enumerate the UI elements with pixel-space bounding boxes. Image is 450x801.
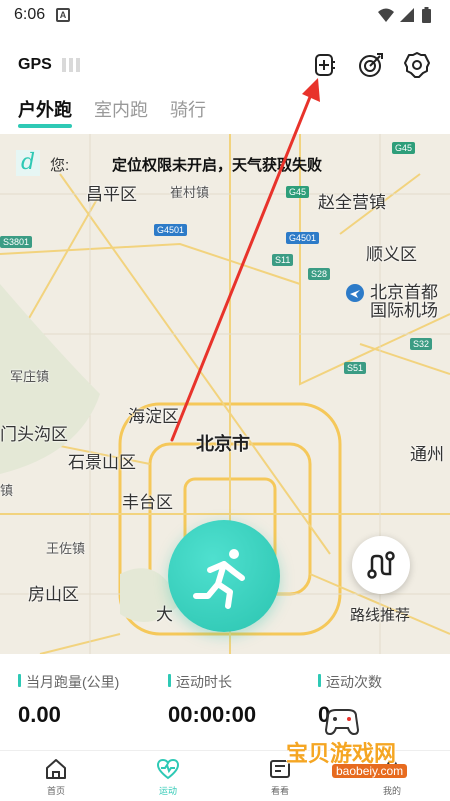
notice-greeting: 您:	[50, 157, 70, 174]
tab-sport[interactable]: 运动	[138, 757, 198, 797]
gamepad-icon	[324, 709, 360, 736]
heart-pulse-icon	[156, 758, 180, 780]
target-goal-icon[interactable]	[356, 50, 386, 80]
map-label: 海淀区	[128, 407, 179, 426]
map-label: 门头沟区	[0, 425, 68, 444]
tab-label: 首页	[46, 786, 65, 796]
road-shield: S3801	[0, 236, 33, 248]
map-label: 军庄镇	[10, 369, 50, 384]
weather-notice: d 您: 定位权限未开启，天气获取失败	[14, 150, 434, 178]
sport-tabs: 户外跑 室内跑 骑行	[18, 96, 206, 128]
tab-label: 我的	[382, 786, 401, 796]
road-shield: S32	[410, 338, 433, 350]
stat-title: 当月跑量(公里)	[18, 672, 119, 692]
road-shield: S51	[344, 362, 367, 374]
signal-icon	[400, 8, 414, 22]
map-label: 王佐镇	[46, 541, 86, 556]
stat-title: 运动次数	[318, 672, 382, 692]
status-time: 6:06	[14, 6, 46, 23]
sim-icon: A	[56, 8, 70, 22]
tab-outdoor-run[interactable]: 户外跑	[18, 96, 72, 128]
road-shield: G45	[392, 142, 416, 154]
map-label: 石景山区	[68, 453, 136, 472]
app-logo-icon: d	[16, 150, 40, 176]
map-label: 房山区	[28, 585, 79, 604]
road-shield: S28	[308, 268, 331, 280]
route-recommend-button[interactable]	[352, 536, 410, 594]
road-shield: G4501	[286, 232, 320, 244]
home-icon	[46, 759, 66, 779]
stat-title: 运动时长	[168, 672, 256, 692]
map-label: 赵全营镇	[318, 193, 386, 212]
battery-icon	[422, 9, 431, 23]
map-label: 崔村镇	[170, 185, 210, 200]
site-watermark: 宝贝游戏网 baobeiy.com	[270, 700, 450, 784]
map-label: 通州	[410, 445, 444, 464]
notice-message: 定位权限未开启，天气获取失败	[112, 157, 323, 174]
stat-value: 0.00	[18, 702, 61, 727]
map-label: 丰台区	[122, 493, 173, 512]
device-connect-icon[interactable]	[310, 50, 340, 80]
stat-monthly-distance: 当月跑量(公里) 0.00	[18, 672, 119, 728]
tab-cycling[interactable]: 骑行	[170, 96, 206, 122]
map-label: 顺义区	[366, 245, 417, 264]
stat-value: 00:00:00	[168, 702, 257, 727]
tab-indoor-run[interactable]: 室内跑	[94, 96, 148, 122]
gps-label: GPS	[18, 56, 52, 73]
route-recommend-label: 路线推荐	[350, 607, 411, 624]
status-bar: 6:06 A	[0, 0, 450, 32]
airport-icon	[346, 284, 364, 302]
road-shield: S11	[272, 254, 294, 266]
map-label: 镇	[0, 483, 14, 498]
start-run-button[interactable]	[168, 520, 280, 632]
tab-label: 看看	[270, 786, 289, 796]
map-label: 昌平区	[86, 185, 137, 204]
road-shield: G4501	[154, 224, 188, 236]
tab-label: 运动	[158, 786, 177, 796]
status-icons	[378, 7, 431, 23]
watermark-url: baobeiy.com	[332, 764, 408, 778]
settings-gear-icon[interactable]	[402, 50, 432, 80]
route-icon	[367, 551, 395, 579]
gps-signal-icon	[62, 58, 80, 72]
map-label: 北京市	[196, 434, 250, 454]
stat-duration: 运动时长 00:00:00	[168, 672, 256, 728]
wifi-icon	[378, 8, 394, 22]
tab-home[interactable]: 首页	[26, 757, 86, 797]
running-person-icon	[193, 549, 245, 609]
header: GPS 户外跑 室内跑 骑行	[0, 32, 450, 134]
road-shield: G45	[286, 186, 310, 198]
map-label: 国际机场	[370, 301, 438, 320]
